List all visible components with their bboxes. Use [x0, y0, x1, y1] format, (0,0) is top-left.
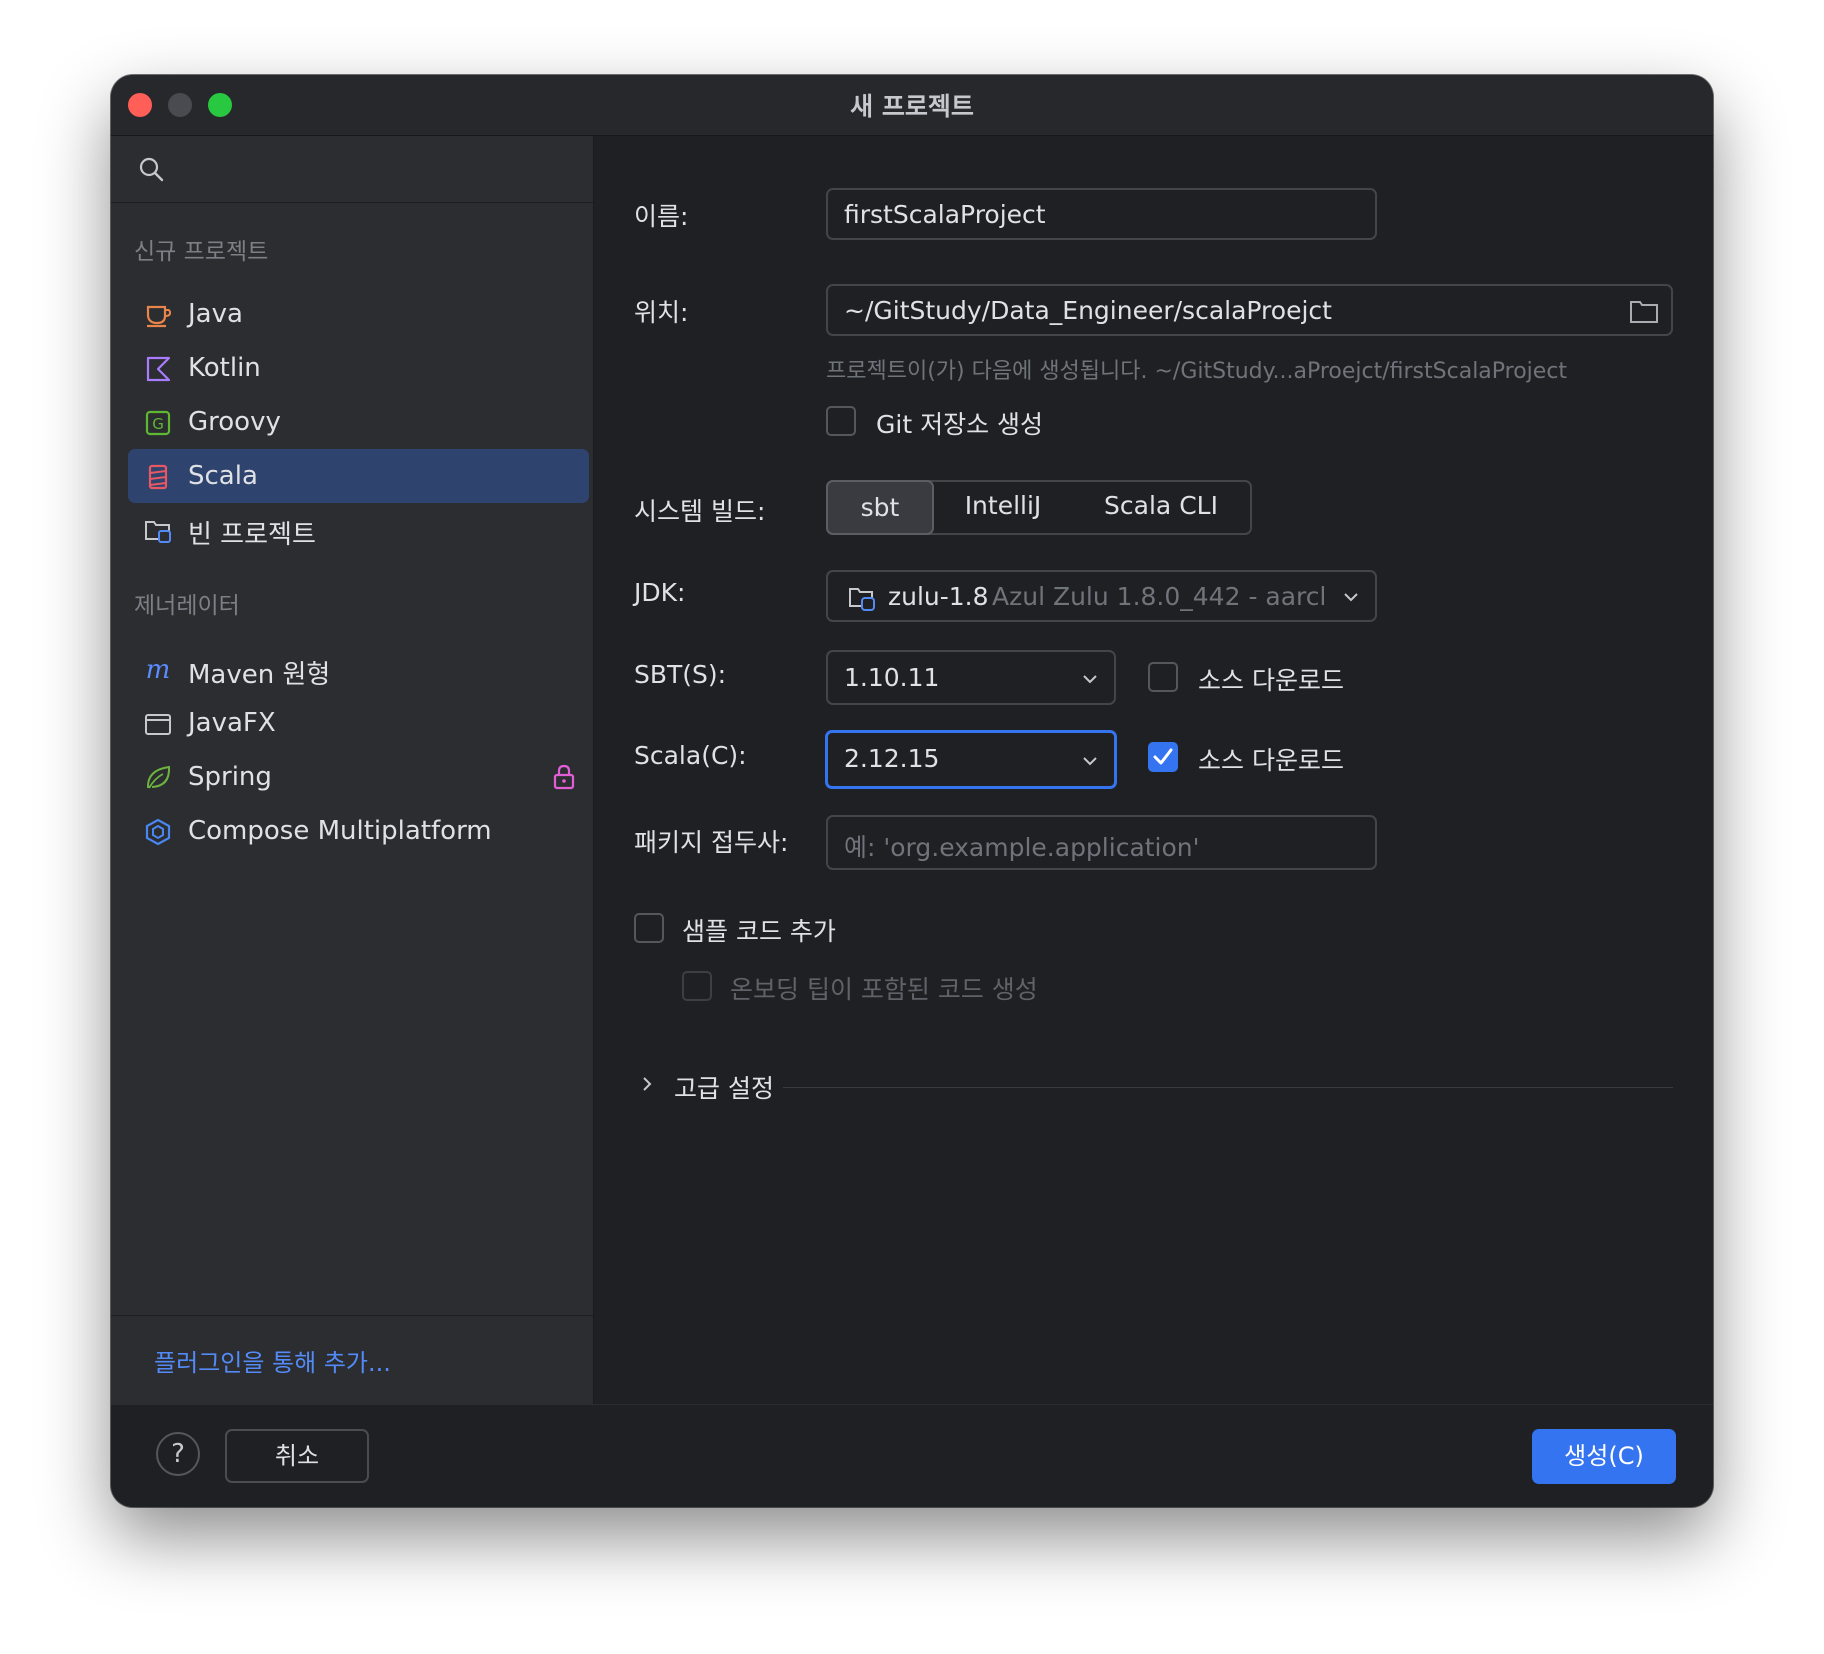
- scala-label: Scala(C):: [634, 741, 747, 770]
- sidebar-item-maven[interactable]: m Maven 원형: [128, 642, 589, 696]
- advanced-settings-divider: [783, 1087, 1673, 1088]
- sidebar-item-label: 빈 프로젝트: [188, 520, 316, 550]
- svg-text:m: m: [146, 656, 171, 684]
- lock-icon: [553, 764, 575, 790]
- new-project-dialog: 새 프로젝트 신규 프로젝트 Java Kotlin G Groovy Scal…: [111, 75, 1713, 1507]
- sidebar-item-scala[interactable]: Scala: [128, 449, 589, 503]
- sbt-version-value: 1.10.11: [844, 663, 940, 692]
- sidebar-item-empty-project[interactable]: 빈 프로젝트: [128, 502, 589, 556]
- window-title: 새 프로젝트: [850, 92, 974, 121]
- location-value: ~/GitStudy/Data_Engineer/scalaProejct: [844, 296, 1332, 325]
- package-prefix-input[interactable]: 예: 'org.example.application': [826, 815, 1377, 870]
- javafx-icon: [145, 714, 171, 735]
- build-option-sbt[interactable]: sbt: [826, 480, 934, 535]
- jdk-detail: Azul Zulu 1.8.0_442 - aarch: [992, 582, 1324, 611]
- package-prefix-label: 패키지 접두사:: [634, 828, 789, 857]
- scala-download-sources-label: 소스 다운로드: [1198, 746, 1344, 775]
- java-icon: [146, 305, 172, 328]
- checkmark-icon: [1153, 748, 1173, 765]
- advanced-settings-toggle[interactable]: 고급 설정: [674, 1069, 774, 1105]
- name-value: firstScalaProject: [844, 200, 1046, 229]
- dialog-footer: ? 취소 생성(C): [111, 1404, 1713, 1507]
- build-system-selector: sbt IntelliJ Scala CLI: [826, 480, 1252, 535]
- sidebar-search[interactable]: [111, 136, 593, 203]
- sidebar-item-label: Java: [188, 299, 243, 329]
- location-label: 위치:: [634, 298, 689, 327]
- sidebar-item-label: Maven 원형: [188, 660, 331, 690]
- svg-text:G: G: [152, 415, 164, 433]
- chevron-down-icon: [1344, 593, 1358, 602]
- sidebar-item-javafx[interactable]: JavaFX: [128, 696, 589, 750]
- generators-section-header: 제너레이터: [134, 593, 240, 619]
- sidebar: 신규 프로젝트 Java Kotlin G Groovy Scala 빈 프로젝…: [111, 136, 594, 1404]
- search-icon: [139, 157, 164, 182]
- scala-download-sources-checkbox[interactable]: [1148, 742, 1178, 772]
- sidebar-item-label: Scala: [188, 461, 258, 491]
- jdk-folder-icon: [849, 588, 875, 611]
- sample-code-checkbox[interactable]: [634, 913, 664, 943]
- build-option-intellij[interactable]: IntelliJ: [934, 480, 1072, 535]
- git-repo-checkbox[interactable]: [826, 406, 856, 436]
- spring-icon: [146, 765, 171, 789]
- sbt-label: SBT(S):: [634, 660, 727, 689]
- git-repo-label: Git 저장소 생성: [876, 410, 1044, 439]
- sidebar-footer: 플러그인을 통해 추가...: [111, 1315, 593, 1405]
- chevron-down-icon: [1083, 675, 1097, 684]
- sidebar-item-label: Kotlin: [188, 353, 261, 383]
- build-system-label: 시스템 빌드:: [634, 497, 766, 526]
- sidebar-item-label: Spring: [188, 762, 272, 792]
- groovy-icon: G: [145, 410, 171, 436]
- sbt-download-sources-label: 소스 다운로드: [1198, 666, 1344, 695]
- sidebar-item-groovy[interactable]: G Groovy: [128, 395, 589, 449]
- sidebar-item-label: Compose Multiplatform: [188, 816, 492, 846]
- scala-icon: [148, 464, 168, 490]
- onboarding-tips-label: 온보딩 팁이 포함된 코드 생성: [730, 975, 1038, 1004]
- sample-code-label: 샘플 코드 추가: [682, 917, 836, 946]
- sbt-version-combobox[interactable]: 1.10.11: [826, 650, 1116, 705]
- location-field[interactable]: ~/GitStudy/Data_Engineer/scalaProejct: [826, 284, 1673, 336]
- kotlin-icon: [146, 356, 171, 382]
- empty-project-icon: [145, 521, 171, 543]
- compose-icon: [145, 818, 171, 846]
- onboarding-tips-checkbox: [682, 971, 712, 1001]
- sidebar-item-compose-multiplatform[interactable]: Compose Multiplatform: [128, 804, 589, 858]
- folder-icon[interactable]: [1629, 298, 1659, 324]
- title-bar: 새 프로젝트: [111, 75, 1713, 136]
- sidebar-item-label: JavaFX: [188, 708, 276, 738]
- chevron-down-icon: [1083, 757, 1097, 766]
- sbt-download-sources-checkbox[interactable]: [1148, 662, 1178, 692]
- create-button[interactable]: 생성(C): [1532, 1429, 1676, 1484]
- cancel-button[interactable]: 취소: [225, 1429, 369, 1483]
- package-prefix-placeholder: 예: 'org.example.application': [844, 833, 1200, 862]
- help-button[interactable]: ?: [156, 1432, 200, 1476]
- name-field[interactable]: firstScalaProject: [826, 188, 1377, 240]
- new-project-section-header: 신규 프로젝트: [134, 239, 269, 265]
- scala-version-value: 2.12.15: [844, 744, 940, 773]
- build-option-scala-cli[interactable]: Scala CLI: [1072, 480, 1250, 535]
- name-label: 이름:: [634, 202, 689, 231]
- maven-icon: m: [146, 656, 171, 684]
- chevron-right-icon[interactable]: [638, 1075, 656, 1093]
- sidebar-item-kotlin[interactable]: Kotlin: [128, 341, 589, 395]
- location-hint: 프로젝트이(가) 다음에 생성됩니다. ~/GitStudy...aProejc…: [826, 359, 1568, 384]
- sidebar-item-java[interactable]: Java: [128, 287, 589, 341]
- add-via-plugins-link[interactable]: 플러그인을 통해 추가...: [154, 1343, 391, 1378]
- sidebar-item-spring[interactable]: Spring: [128, 750, 589, 804]
- jdk-combobox[interactable]: zulu-1.8 Azul Zulu 1.8.0_442 - aarch: [826, 570, 1377, 622]
- sidebar-item-label: Groovy: [188, 407, 281, 437]
- jdk-name: zulu-1.8: [888, 582, 989, 611]
- jdk-label: JDK:: [634, 578, 686, 607]
- scala-version-combobox[interactable]: 2.12.15: [825, 730, 1117, 789]
